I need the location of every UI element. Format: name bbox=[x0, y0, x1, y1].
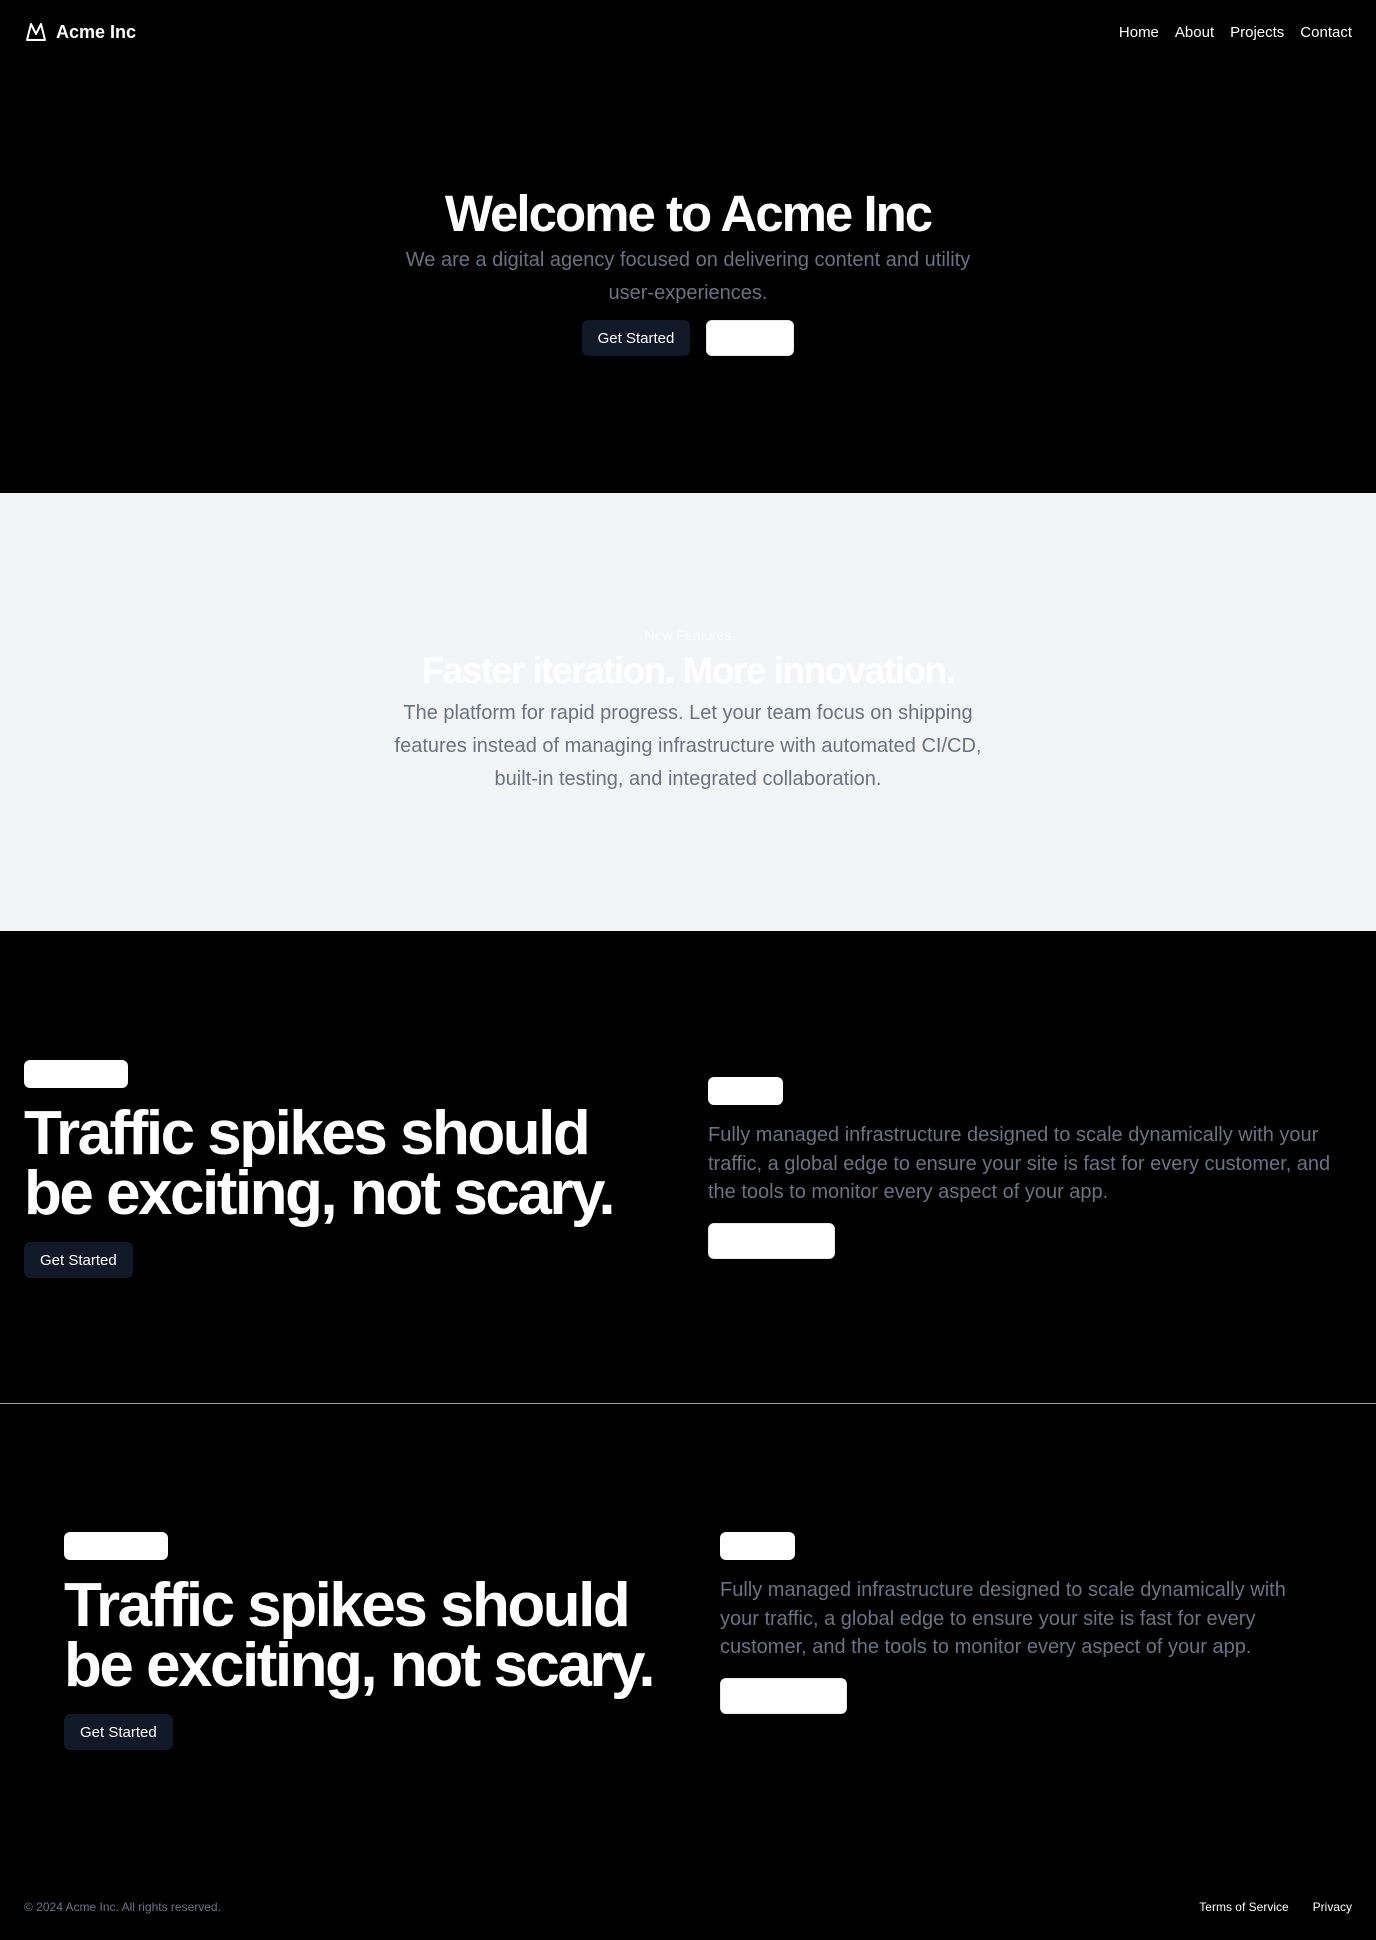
security-badge: Security bbox=[708, 1077, 783, 1105]
hero-section: Welcome to Acme Inc We are a digital age… bbox=[0, 0, 1376, 493]
security-button[interactable] bbox=[708, 1222, 835, 1259]
nav-about[interactable]: About bbox=[1175, 24, 1214, 41]
performance-badge: Performance bbox=[64, 1532, 169, 1560]
mountain-icon bbox=[26, 23, 46, 41]
features-title: Faster iteration. More innovation. bbox=[421, 650, 956, 691]
get-started-button[interactable]: Get Started bbox=[64, 1714, 173, 1750]
security-column: Security Fully managed infrastructure de… bbox=[708, 1077, 1338, 1263]
nav-home[interactable]: Home bbox=[1119, 24, 1159, 41]
security-button[interactable] bbox=[720, 1677, 847, 1714]
traffic-title: Traffic spikes should be exciting, not s… bbox=[64, 1571, 656, 1700]
features-section: New Features Faster iteration. More inno… bbox=[0, 493, 1376, 931]
site-header: Acme Inc Home About Projects Contact bbox=[0, 0, 1376, 64]
get-started-button[interactable]: Get Started bbox=[581, 320, 691, 356]
security-badge: Security bbox=[720, 1532, 795, 1560]
brand-name: Acme Inc bbox=[56, 21, 137, 42]
performance-column: Performance Traffic spikes should be exc… bbox=[24, 1060, 664, 1278]
secondary-button[interactable] bbox=[706, 320, 795, 356]
performance-badge: Performance bbox=[24, 1060, 129, 1088]
nav-projects[interactable]: Projects bbox=[1230, 24, 1284, 41]
hero-button-row: Get Started bbox=[581, 320, 795, 356]
features-tag: New Features bbox=[644, 627, 732, 643]
traffic-title: Traffic spikes should be exciting, not s… bbox=[24, 1099, 616, 1228]
security-description: Fully managed infrastructure designed to… bbox=[720, 1579, 1286, 1658]
performance-section-1: Performance Traffic spikes should be exc… bbox=[0, 931, 1376, 1404]
performance-column: Performance Traffic spikes should be exc… bbox=[64, 1532, 664, 1750]
features-description: The platform for rapid progress. Let you… bbox=[394, 702, 982, 790]
hero-subtitle: We are a digital agency focused on deliv… bbox=[405, 249, 971, 304]
hero-title: Welcome to Acme Inc bbox=[444, 185, 933, 242]
copyright-text: © 2024 Acme Inc. All rights reserved. bbox=[24, 1900, 221, 1914]
nav-contact[interactable]: Contact bbox=[1300, 24, 1352, 41]
site-footer: © 2024 Acme Inc. All rights reserved. Te… bbox=[0, 1874, 1376, 1940]
security-column: Security Fully managed infrastructure de… bbox=[720, 1532, 1320, 1718]
security-description: Fully managed infrastructure designed to… bbox=[708, 1124, 1331, 1203]
get-started-button[interactable]: Get Started bbox=[24, 1242, 133, 1278]
terms-link[interactable]: Terms of Service bbox=[1199, 1900, 1288, 1914]
brand-link[interactable]: Acme Inc bbox=[24, 20, 136, 44]
footer-nav: Terms of Service Privacy bbox=[1199, 1900, 1352, 1914]
performance-section-2: Performance Traffic spikes should be exc… bbox=[0, 1404, 1376, 1874]
main-nav: Home About Projects Contact bbox=[1119, 24, 1352, 41]
privacy-link[interactable]: Privacy bbox=[1313, 1900, 1352, 1914]
